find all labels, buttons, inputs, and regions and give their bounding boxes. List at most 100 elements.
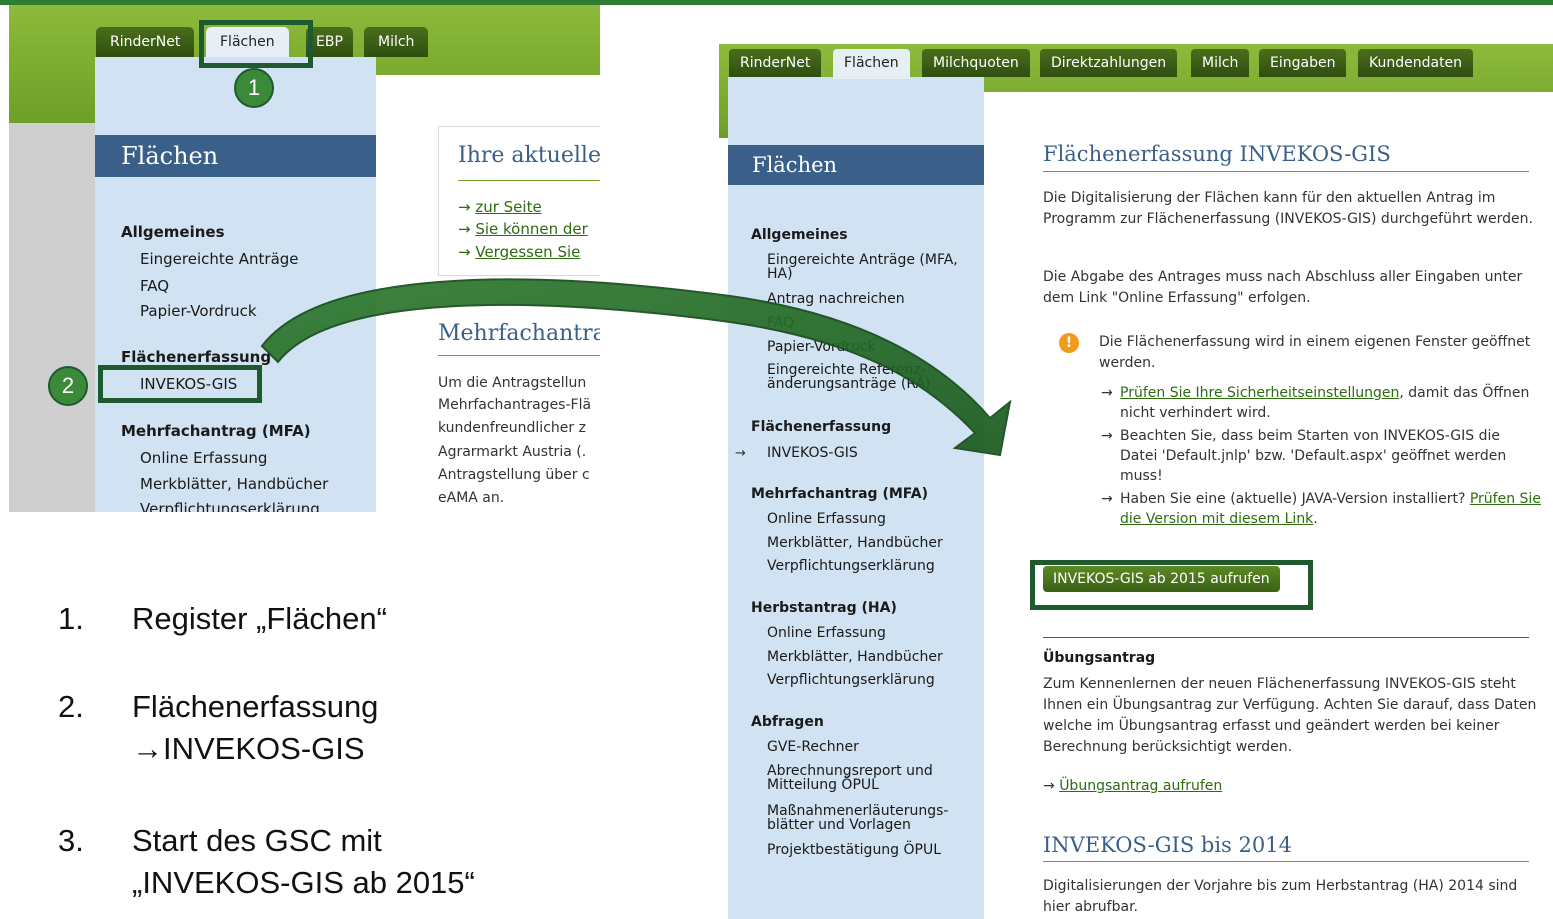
info-icon: !	[1059, 333, 1079, 353]
sidebar-item-mfa-verpflichtung[interactable]: Verpflichtungserklärung	[767, 559, 935, 573]
tab-milchquoten[interactable]: Milchquoten	[922, 49, 1030, 77]
tab-rindernet[interactable]: RinderNet	[96, 27, 195, 57]
divider	[1043, 637, 1529, 638]
section-heading-mfa: Mehrfachantrag (MFA)	[121, 422, 311, 440]
paragraph-line: kundenfreundlicher z	[438, 420, 586, 436]
tab-flaechen[interactable]: Flächen	[833, 49, 910, 79]
sidebar-item-faq[interactable]: FAQ	[767, 316, 794, 330]
sidebar-item-online-erfassung[interactable]: Online Erfassung	[140, 449, 267, 467]
arrow-right-icon: →	[458, 220, 476, 238]
sidebar-item-papier-vordruck[interactable]: Papier-Vordruck	[767, 340, 876, 354]
step-number: 3.	[58, 823, 84, 858]
screenshot-left: RinderNet Flächen EBP Milch Flächen Allg…	[9, 5, 600, 512]
section-heading-flaechenerfassung: Flächenerfassung	[751, 419, 892, 435]
sidebar-item-ha-verpflichtung[interactable]: Verpflichtungserklärung	[767, 673, 935, 687]
highlight-box-button	[1030, 560, 1313, 610]
uebungsantrag-heading: Übungsantrag	[1043, 650, 1156, 666]
bullet-default-jnlp: → Beachten Sie, dass beim Starten von IN…	[1101, 428, 1507, 484]
security-settings-link[interactable]: Prüfen Sie Ihre Sicherheitseinstellungen	[1120, 385, 1399, 401]
uebungsantrag-text: Zum Kennenlernen der neuen Flächenerfass…	[1043, 676, 1537, 755]
sidebar-item-merkblaetter[interactable]: Merkblätter, Handbücher	[140, 475, 328, 493]
section-heading-flaechenerfassung: Flächenerfassung	[121, 348, 272, 366]
sidebar-item-massnahmen[interactable]: Maßnahmenerläuterungs-	[767, 804, 948, 818]
arrow-right-icon: →	[1101, 385, 1113, 401]
sidebar-item-eingereichte-antraege-cont[interactable]: HA)	[767, 267, 793, 281]
vorjahre-text: Digitalisierungen der Vorjahre bis zum H…	[1043, 878, 1518, 915]
heading-mehrfachantrag: Mehrfachantra	[438, 321, 600, 346]
sidebar-item-mfa-merkblaetter[interactable]: Merkblätter, Handbücher	[767, 536, 943, 550]
page-title: Flächenerfassung INVEKOS-GIS	[1043, 142, 1391, 166]
sidebar-item-projektbestaetigung[interactable]: Projektbestätigung ÖPUL	[767, 843, 941, 857]
paragraph-line: Mehrfachantrages-Flä	[438, 397, 592, 413]
sidebar-item-papier-vordruck[interactable]: Papier-Vordruck	[140, 302, 257, 320]
grey-background	[9, 123, 95, 512]
info-box-title: Ihre aktuelle	[458, 143, 600, 168]
info-text: Die Flächenerfassung wird in einem eigen…	[1099, 334, 1531, 371]
sidebar-item-massnahmen-cont[interactable]: blätter und Vorlagen	[767, 818, 911, 832]
paragraph-line: Agrarmarkt Austria (.	[438, 444, 587, 460]
arrow-right-icon: →	[458, 198, 476, 216]
step-text: Flächenerfassung	[132, 689, 379, 724]
highlight-box-invekos	[98, 365, 262, 403]
section-heading-abfragen: Abfragen	[751, 714, 824, 730]
section-heading-mfa: Mehrfachantrag (MFA)	[751, 486, 928, 502]
divider	[458, 180, 600, 181]
intro-paragraph: Die Digitalisierung der Flächen kann für…	[1043, 190, 1533, 227]
tab-ebp[interactable]: EBP	[306, 27, 353, 57]
divider	[1043, 171, 1529, 172]
arrow-right-icon: →	[1101, 428, 1113, 444]
sidebar-item-eingereichte-antraege[interactable]: Eingereichte Anträge (MFA,	[767, 253, 958, 267]
sidebar-item-faq[interactable]: FAQ	[140, 277, 169, 295]
highlight-box-tab	[199, 20, 313, 68]
tab-direktzahlungen[interactable]: Direktzahlungen	[1040, 49, 1178, 77]
link-vergessen-sie[interactable]: → Vergessen Sie	[458, 243, 580, 261]
uebungsantrag-link[interactable]: Übungsantrag aufrufen	[1059, 778, 1222, 794]
section-heading-ha: Herbstantrag (HA)	[751, 600, 897, 616]
step-marker-1: 1	[234, 68, 274, 108]
link-zur-seite[interactable]: → zur Seite	[458, 198, 542, 216]
bullet-security: → Prüfen Sie Ihre Sicherheitseinstellung…	[1101, 385, 1530, 421]
sidebar-title: Flächen	[95, 135, 376, 177]
step-number: 1.	[58, 601, 84, 636]
sidebar-item-invekos-gis[interactable]: INVEKOS-GIS	[767, 446, 858, 460]
sidebar-item-ha-online-erfassung[interactable]: Online Erfassung	[767, 626, 886, 640]
divider	[438, 355, 600, 356]
arrow-right-icon: →	[1043, 778, 1060, 794]
sidebar-title: Flächen	[728, 145, 984, 185]
tab-rindernet[interactable]: RinderNet	[729, 49, 822, 77]
step-text: →INVEKOS-GIS	[132, 731, 365, 766]
sidebar-item-ha-merkblaetter[interactable]: Merkblätter, Handbücher	[767, 650, 943, 664]
sidebar-item-abrechnungsreport[interactable]: Abrechnungsreport und	[767, 764, 933, 778]
tab-milch[interactable]: Milch	[1191, 49, 1250, 77]
current-page-arrow-icon: →	[735, 446, 746, 461]
sidebar-item-referenzaenderung-cont[interactable]: änderungsanträge (RÄ)	[767, 377, 931, 391]
step-text: „INVEKOS-GIS ab 2015“	[132, 865, 475, 900]
sidebar-item-verpflichtungserklaerung[interactable]: Verpflichtungserklärung	[140, 500, 320, 512]
uebungsantrag-link-row: → Übungsantrag aufrufen	[1043, 776, 1533, 797]
arrow-right-icon: →	[1101, 491, 1113, 507]
step-marker-2: 2	[48, 366, 88, 406]
sidebar-item-referenzaenderung[interactable]: Eingereichte Referenz-	[767, 363, 926, 377]
tab-milch[interactable]: Milch	[364, 27, 429, 57]
paragraph-line: Antragstellung über c	[438, 467, 590, 483]
link-sie-koennen[interactable]: → Sie können der	[458, 220, 588, 238]
tab-kundendaten[interactable]: Kundendaten	[1358, 49, 1474, 77]
screenshot-right: RinderNet Flächen Milchquoten Direktzahl…	[719, 44, 1553, 919]
sidebar-item-abrechnungsreport-cont[interactable]: Mitteilung ÖPUL	[767, 778, 879, 792]
sidebar-item-gve-rechner[interactable]: GVE-Rechner	[767, 740, 859, 754]
section-heading-allgemeines: Allgemeines	[751, 227, 848, 243]
sidebar-item-mfa-online-erfassung[interactable]: Online Erfassung	[767, 512, 886, 526]
bullet-java: → Haben Sie eine (aktuelle) JAVA-Version…	[1101, 491, 1541, 527]
divider	[1043, 861, 1529, 862]
step-text: Start des GSC mit	[132, 823, 382, 858]
section-title-invekos-2014: INVEKOS-GIS bis 2014	[1043, 833, 1292, 857]
tab-eingaben[interactable]: Eingaben	[1259, 49, 1347, 77]
sidebar-item-antrag-nachreichen[interactable]: Antrag nachreichen	[767, 292, 905, 306]
arrow-right-icon: →	[458, 243, 476, 261]
sidebar	[95, 57, 376, 512]
sidebar-item-eingereichte-antraege[interactable]: Eingereichte Anträge	[140, 250, 299, 268]
paragraph-line: eAMA an.	[438, 490, 505, 506]
paragraph-line: Um die Antragstellun	[438, 375, 587, 391]
step-text: Register „Flächen“	[132, 601, 387, 636]
submission-paragraph: Die Abgabe des Antrages muss nach Abschl…	[1043, 269, 1523, 306]
